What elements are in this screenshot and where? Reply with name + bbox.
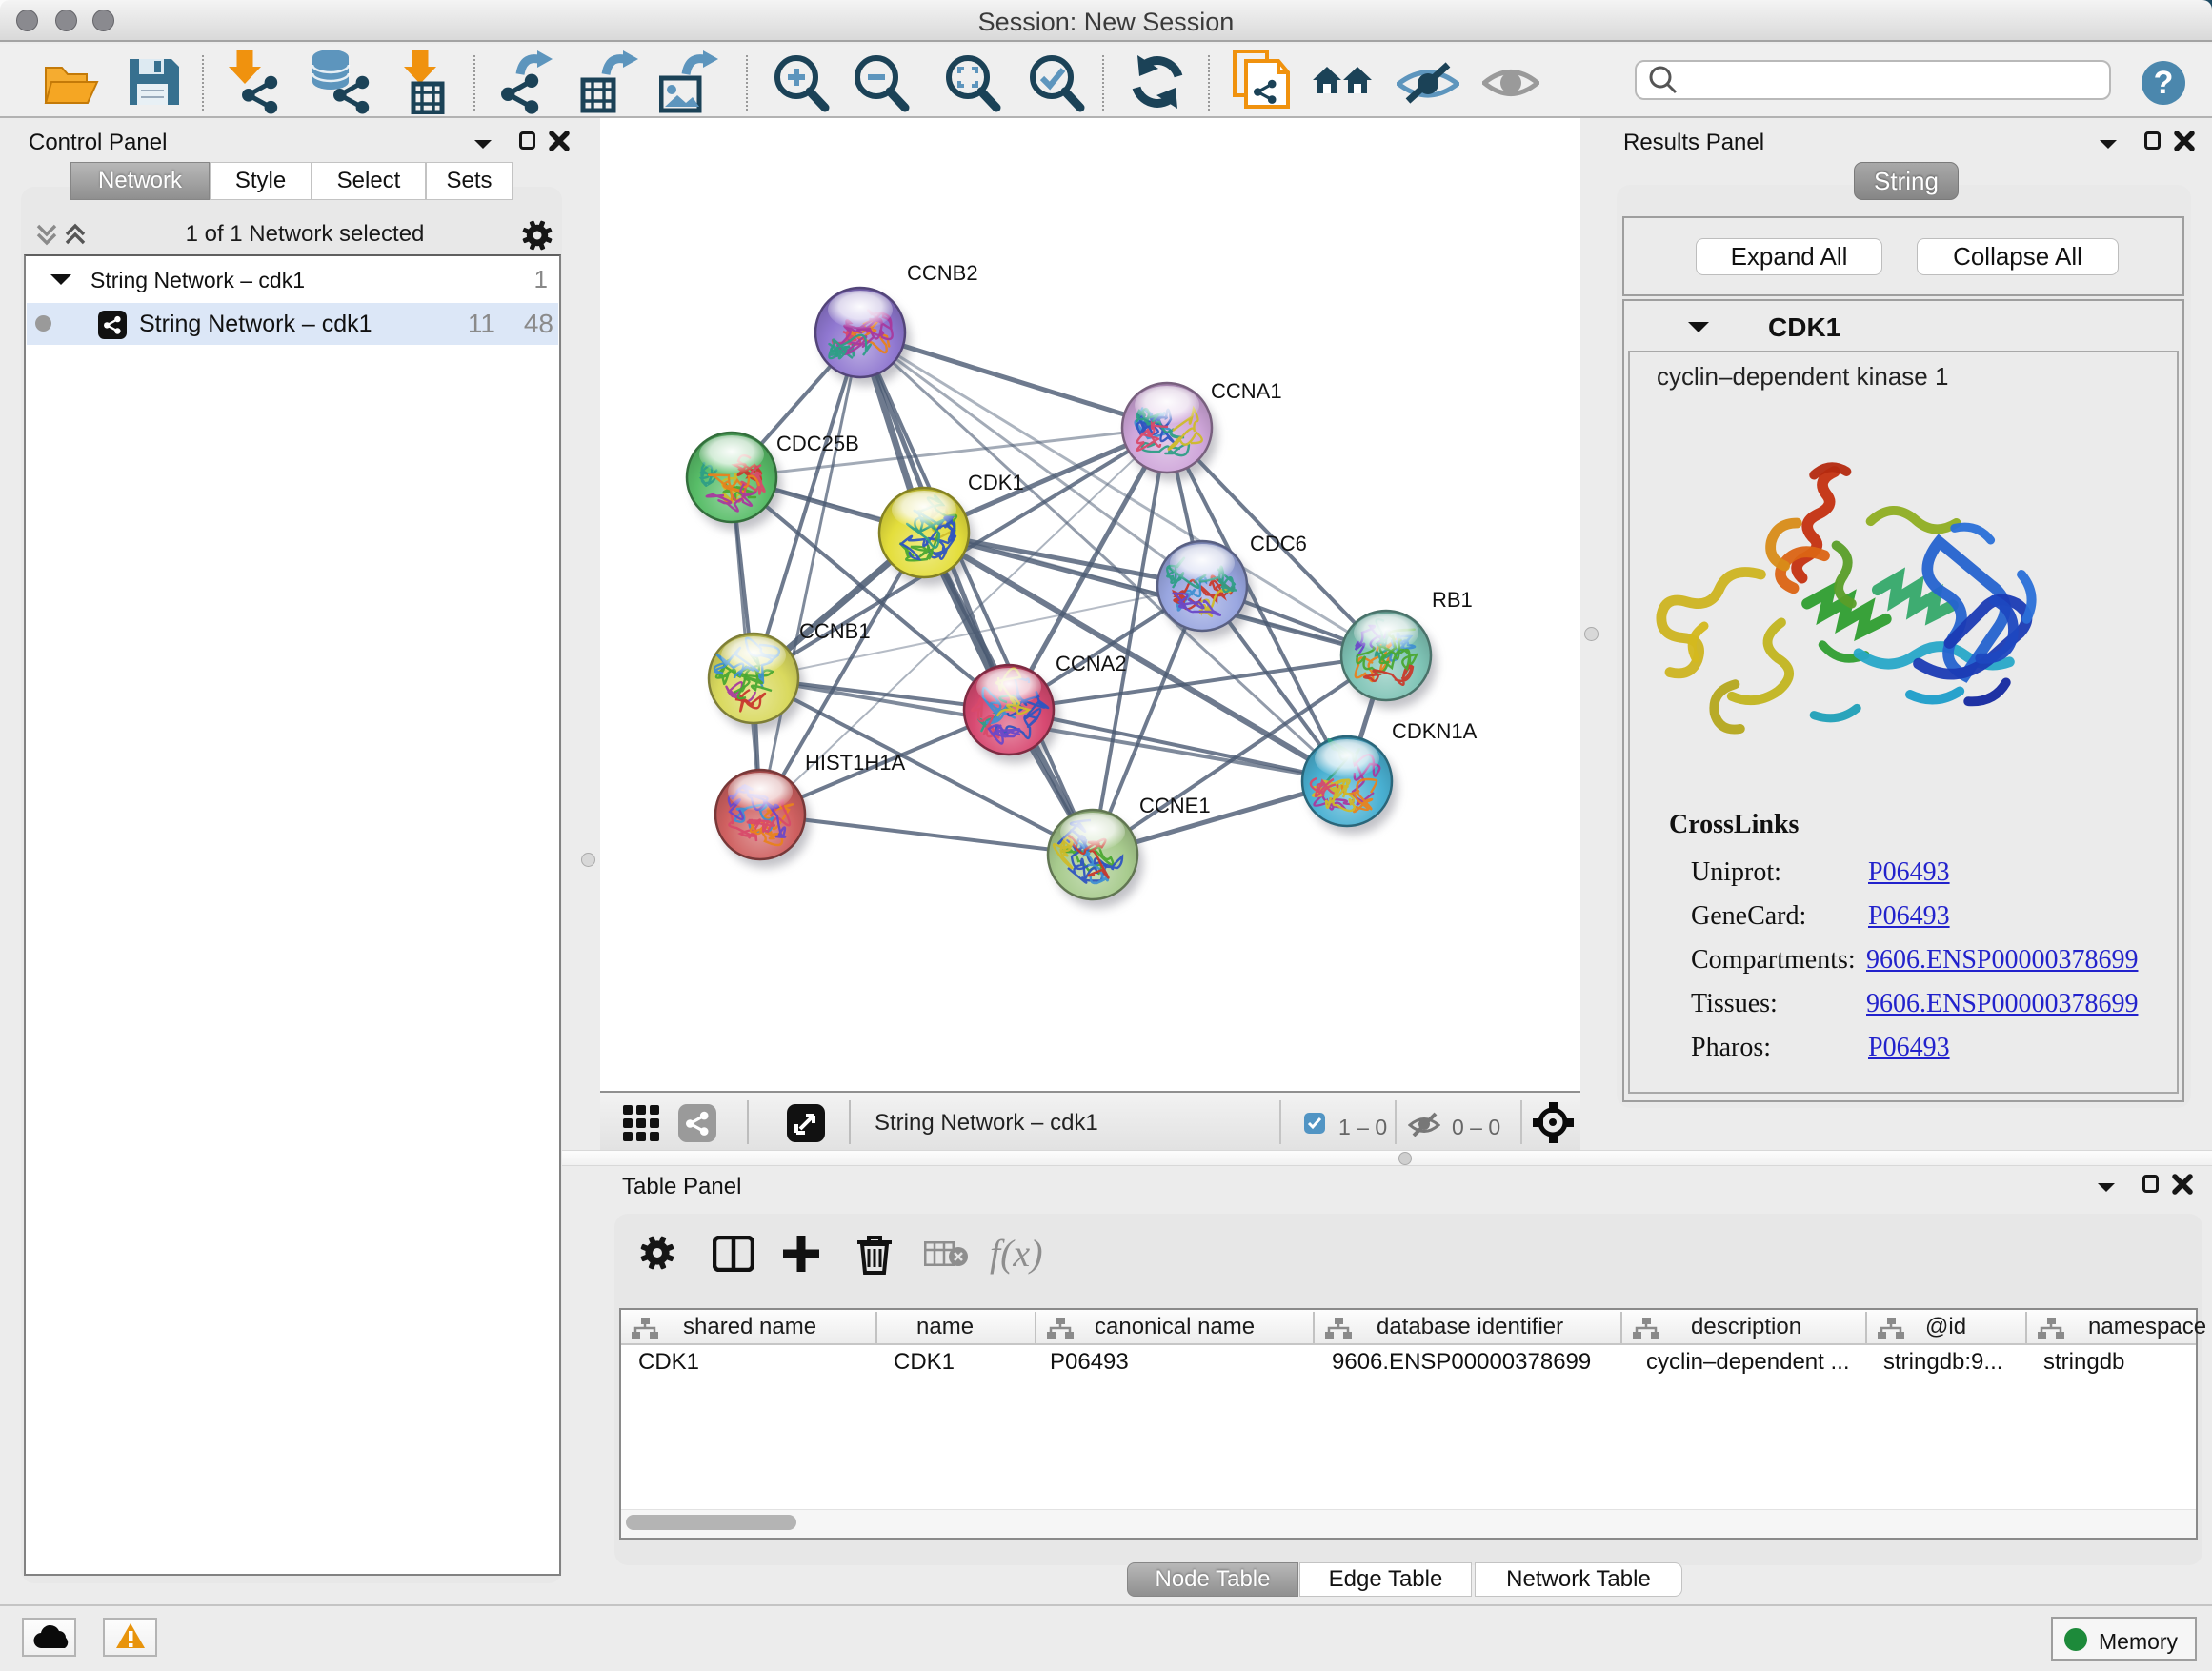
svg-text:CDC6: CDC6 [1250,532,1307,555]
svg-text:RB1: RB1 [1432,588,1473,612]
svg-text:CDC25B: CDC25B [776,432,859,455]
svg-text:CDKN1A: CDKN1A [1392,719,1478,743]
svg-text:HIST1H1A: HIST1H1A [805,751,905,775]
svg-text:CDK1: CDK1 [968,471,1024,494]
svg-text:CCNA2: CCNA2 [1056,652,1127,675]
svg-text:CCNB1: CCNB1 [799,619,871,643]
svg-text:CCNE1: CCNE1 [1139,794,1211,817]
svg-text:CCNB2: CCNB2 [907,261,978,285]
svg-text:CCNA1: CCNA1 [1211,379,1282,403]
